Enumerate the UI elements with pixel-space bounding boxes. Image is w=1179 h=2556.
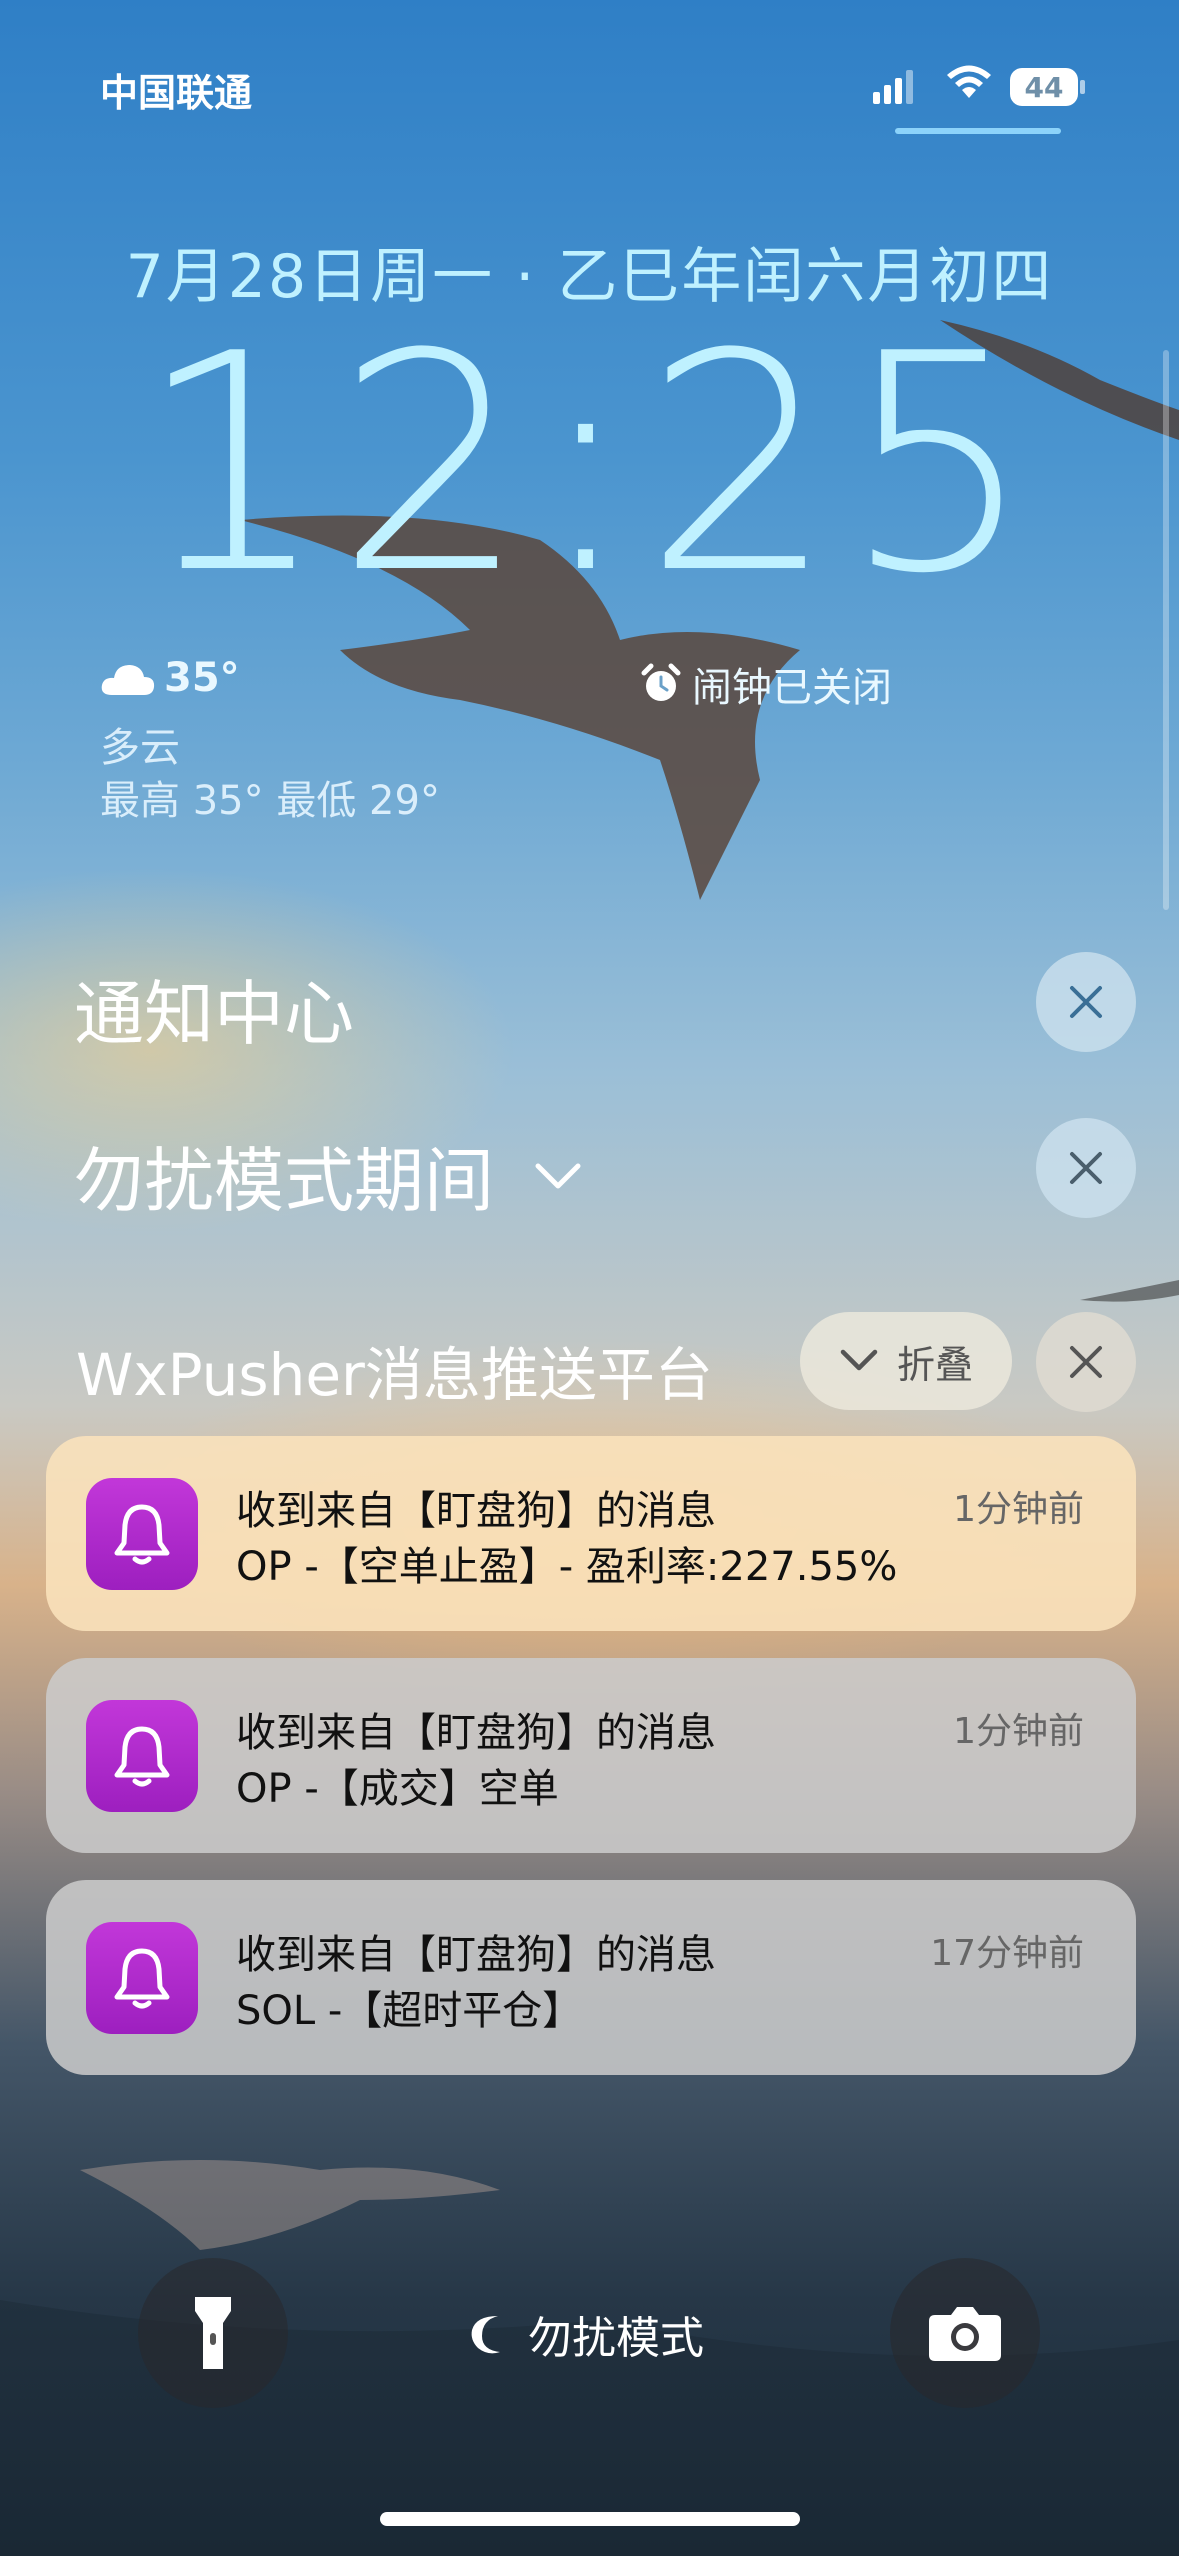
home-indicator[interactable] — [380, 2512, 800, 2526]
notification-center-title: 通知中心 — [74, 973, 354, 1055]
bell-icon — [86, 1700, 198, 1812]
close-icon — [1070, 1152, 1102, 1184]
focus-section-title: 勿扰模式期间 — [74, 1140, 494, 1222]
focus-mode-label: 勿扰模式 — [528, 2313, 704, 2364]
wifi-icon — [947, 65, 991, 98]
weather-range: 最高 35° 最低 29° — [100, 778, 440, 824]
cloud-icon — [101, 665, 155, 695]
notification-title: 收到来自【盯盘狗】的消息 — [236, 1710, 716, 1756]
chevron-down-icon — [535, 1163, 581, 1188]
collapse-button[interactable]: 折叠 — [800, 1312, 1012, 1410]
weather-condition: 多云 — [100, 725, 180, 771]
notification-time: 1分钟前 — [953, 1711, 1084, 1752]
notification-title: 收到来自【盯盘狗】的消息 — [236, 1488, 716, 1534]
signal-bars-icon — [873, 70, 913, 104]
notification-body: SOL -【超时平仓】 — [236, 1988, 583, 2034]
clear-focus-button[interactable] — [1036, 1118, 1136, 1218]
alarm-clock-icon — [641, 663, 681, 701]
alarm-widget[interactable]: 闹钟已关闭 — [640, 655, 892, 713]
flashlight-icon — [195, 2297, 231, 2369]
battery-indicator: 44 — [1010, 68, 1086, 106]
moon-icon — [471, 2316, 500, 2354]
close-icon — [1070, 1346, 1102, 1378]
battery-level: 44 — [1024, 70, 1064, 104]
notification-card[interactable]: 收到来自【盯盘狗】的消息 SOL -【超时平仓】 17分钟前 — [46, 1880, 1136, 2075]
notification-card[interactable]: 收到来自【盯盘狗】的消息 OP -【空单止盈】- 盈利率:227.55% 1分钟… — [46, 1436, 1136, 1631]
collapse-label: 折叠 — [896, 1342, 973, 1387]
alarm-status: 闹钟已关闭 — [692, 665, 892, 711]
notification-body: OP -【成交】空单 — [236, 1766, 559, 1812]
lock-screen: 中国联通 44 7月28日周一 · 乙巳年闰六月初四 12:25 35° 多云 … — [0, 0, 1179, 2556]
carrier-label: 中国联通 — [100, 71, 253, 115]
notification-title: 收到来自【盯盘狗】的消息 — [236, 1932, 716, 1978]
camera-icon — [929, 2307, 1001, 2361]
weather-widget[interactable]: 35° — [100, 655, 240, 701]
notification-body: OP -【空单止盈】- 盈利率:227.55% — [236, 1544, 898, 1590]
flashlight-button[interactable] — [138, 2258, 288, 2408]
camera-button[interactable] — [890, 2258, 1040, 2408]
bell-icon — [86, 1478, 198, 1590]
chevron-down-icon — [840, 1349, 878, 1371]
lock-clock: 12:25 — [137, 290, 1042, 639]
bell-icon — [86, 1922, 198, 2034]
notification-card[interactable]: 收到来自【盯盘狗】的消息 OP -【成交】空单 1分钟前 — [46, 1658, 1136, 1853]
focus-mode-indicator[interactable]: 勿扰模式 — [470, 2302, 704, 2366]
weather-temperature: 35° — [164, 655, 240, 701]
control-center-grabber[interactable] — [895, 128, 1061, 134]
clear-notifications-button[interactable] — [1036, 952, 1136, 1052]
notification-time: 17分钟前 — [930, 1933, 1084, 1974]
focus-section-header[interactable]: 勿扰模式期间 — [74, 1125, 582, 1226]
group-app-name: WxPusher消息推送平台 — [76, 1341, 713, 1409]
clear-group-button[interactable] — [1036, 1312, 1136, 1412]
close-icon — [1070, 986, 1102, 1018]
notification-time: 1分钟前 — [953, 1489, 1084, 1530]
